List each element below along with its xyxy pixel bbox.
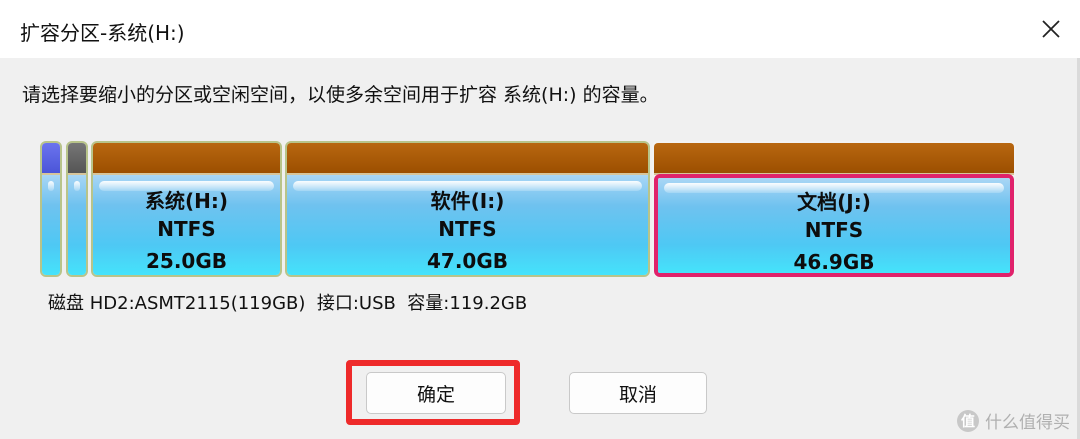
partition-software-i[interactable]: 软件(I:) NTFS 47.0GB	[285, 141, 650, 277]
partition-system-h[interactable]: 系统(H:) NTFS 25.0GB	[91, 141, 282, 277]
partition-size: 47.0GB	[426, 249, 508, 273]
partition-docs-j[interactable]: 文档(J:) NTFS 46.9GB	[654, 174, 1014, 277]
partition-name: 文档(J:)	[797, 190, 871, 214]
watermark-text: 什么值得买	[985, 413, 1070, 433]
partition-reserved-1[interactable]	[40, 141, 62, 277]
partition-filesystem: NTFS	[157, 217, 216, 241]
title-bar: 扩容分区-系统(H:)	[0, 0, 1080, 58]
partition-reserved-2[interactable]	[66, 141, 88, 277]
partition-size: 25.0GB	[145, 249, 227, 273]
instruction-text: 请选择要缩小的分区或空闲空间，以使多余空间用于扩容 系统(H:) 的容量。	[22, 84, 659, 106]
cancel-button[interactable]: 取消	[569, 372, 707, 414]
watermark-badge-icon: 值	[957, 409, 979, 432]
partition-filesystem: NTFS	[438, 217, 497, 241]
partition-filesystem: NTFS	[804, 218, 864, 242]
partition-name: 软件(I:)	[430, 189, 505, 213]
dialog-title: 扩容分区-系统(H:)	[20, 21, 185, 45]
partition-name: 系统(H:)	[144, 189, 229, 213]
watermark: 值 什么值得买	[957, 408, 1070, 433]
disk-partition-map: 系统(H:) NTFS 25.0GB 软件(I:) NTFS 47.0GB 文档…	[40, 141, 1018, 280]
disk-info-text: 磁盘 HD2:ASMT2115(119GB) 接口:USB 容量:119.2GB	[48, 293, 528, 314]
close-button[interactable]	[1022, 0, 1080, 58]
expand-partition-dialog: 扩容分区-系统(H:) 请选择要缩小的分区或空闲空间，以使多余空间用于扩容 系统…	[0, 0, 1080, 439]
partition-size: 46.9GB	[793, 250, 875, 274]
ok-button[interactable]: 确定	[366, 372, 506, 414]
close-icon	[1042, 20, 1060, 38]
